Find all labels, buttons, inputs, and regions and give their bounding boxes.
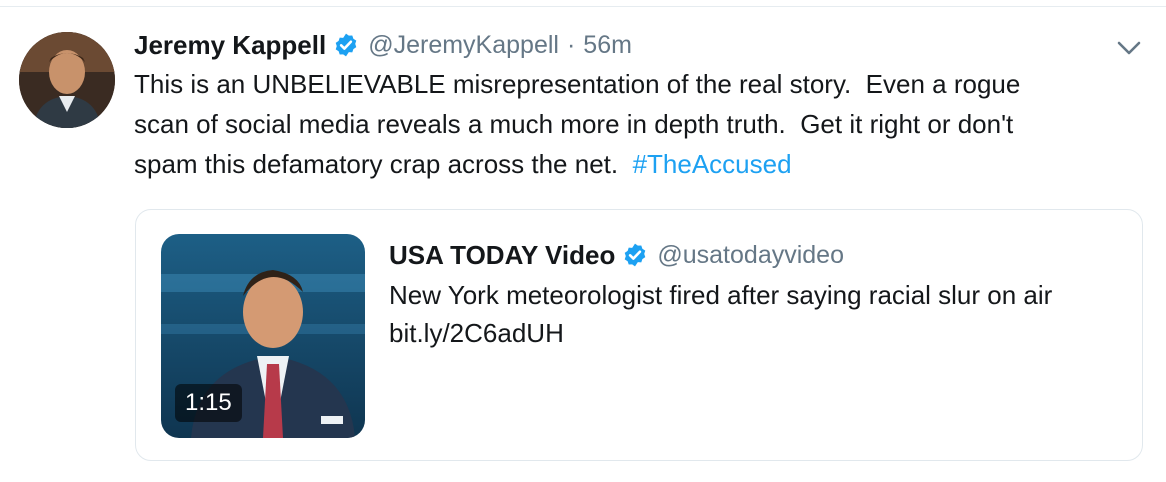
tweet-timestamp[interactable]: 56m bbox=[583, 31, 632, 60]
author-avatar[interactable] bbox=[19, 32, 115, 128]
author-name[interactable]: Jeremy Kappell bbox=[134, 30, 326, 61]
quoted-link[interactable]: bit.ly/2C6adUH bbox=[389, 314, 1052, 352]
separator-dot: · bbox=[566, 30, 576, 59]
chevron-down-icon[interactable] bbox=[1116, 38, 1142, 58]
quoted-text-line: New York meteorologist fired after sayin… bbox=[389, 280, 1053, 310]
author-handle[interactable]: @JeremyKappell bbox=[368, 31, 559, 60]
tweet-text-line: spam this defamatory crap across the net… bbox=[134, 144, 1124, 184]
tweet-header: Jeremy Kappell @JeremyKappell · 56m bbox=[134, 28, 632, 62]
quoted-author-handle[interactable]: @usatodayvideo bbox=[657, 241, 844, 270]
verified-badge-icon bbox=[333, 32, 359, 58]
quoted-tweet-text: New York meteorologist fired after sayin… bbox=[389, 276, 1052, 352]
video-thumbnail[interactable]: 1:15 bbox=[161, 234, 365, 438]
hashtag-link[interactable]: #TheAccused bbox=[633, 149, 792, 179]
quoted-author-name[interactable]: USA TODAY Video bbox=[389, 240, 615, 271]
tweet-text: This is an UNBELIEVABLE misrepresentatio… bbox=[134, 64, 1124, 184]
verified-badge-icon bbox=[622, 242, 648, 268]
video-duration: 1:15 bbox=[175, 384, 242, 422]
tweet-text-line: This is an UNBELIEVABLE misrepresentatio… bbox=[134, 69, 1021, 99]
tweet-text-segment: spam this defamatory crap across the net… bbox=[134, 149, 633, 179]
quoted-tweet-header: USA TODAY Video @usatodayvideo bbox=[389, 238, 844, 272]
top-divider bbox=[0, 6, 1166, 7]
tweet-text-line: scan of social media reveals a much more… bbox=[134, 109, 1014, 139]
quoted-tweet-card[interactable]: 1:15 USA TODAY Video @usatodayvideo New … bbox=[135, 209, 1143, 461]
